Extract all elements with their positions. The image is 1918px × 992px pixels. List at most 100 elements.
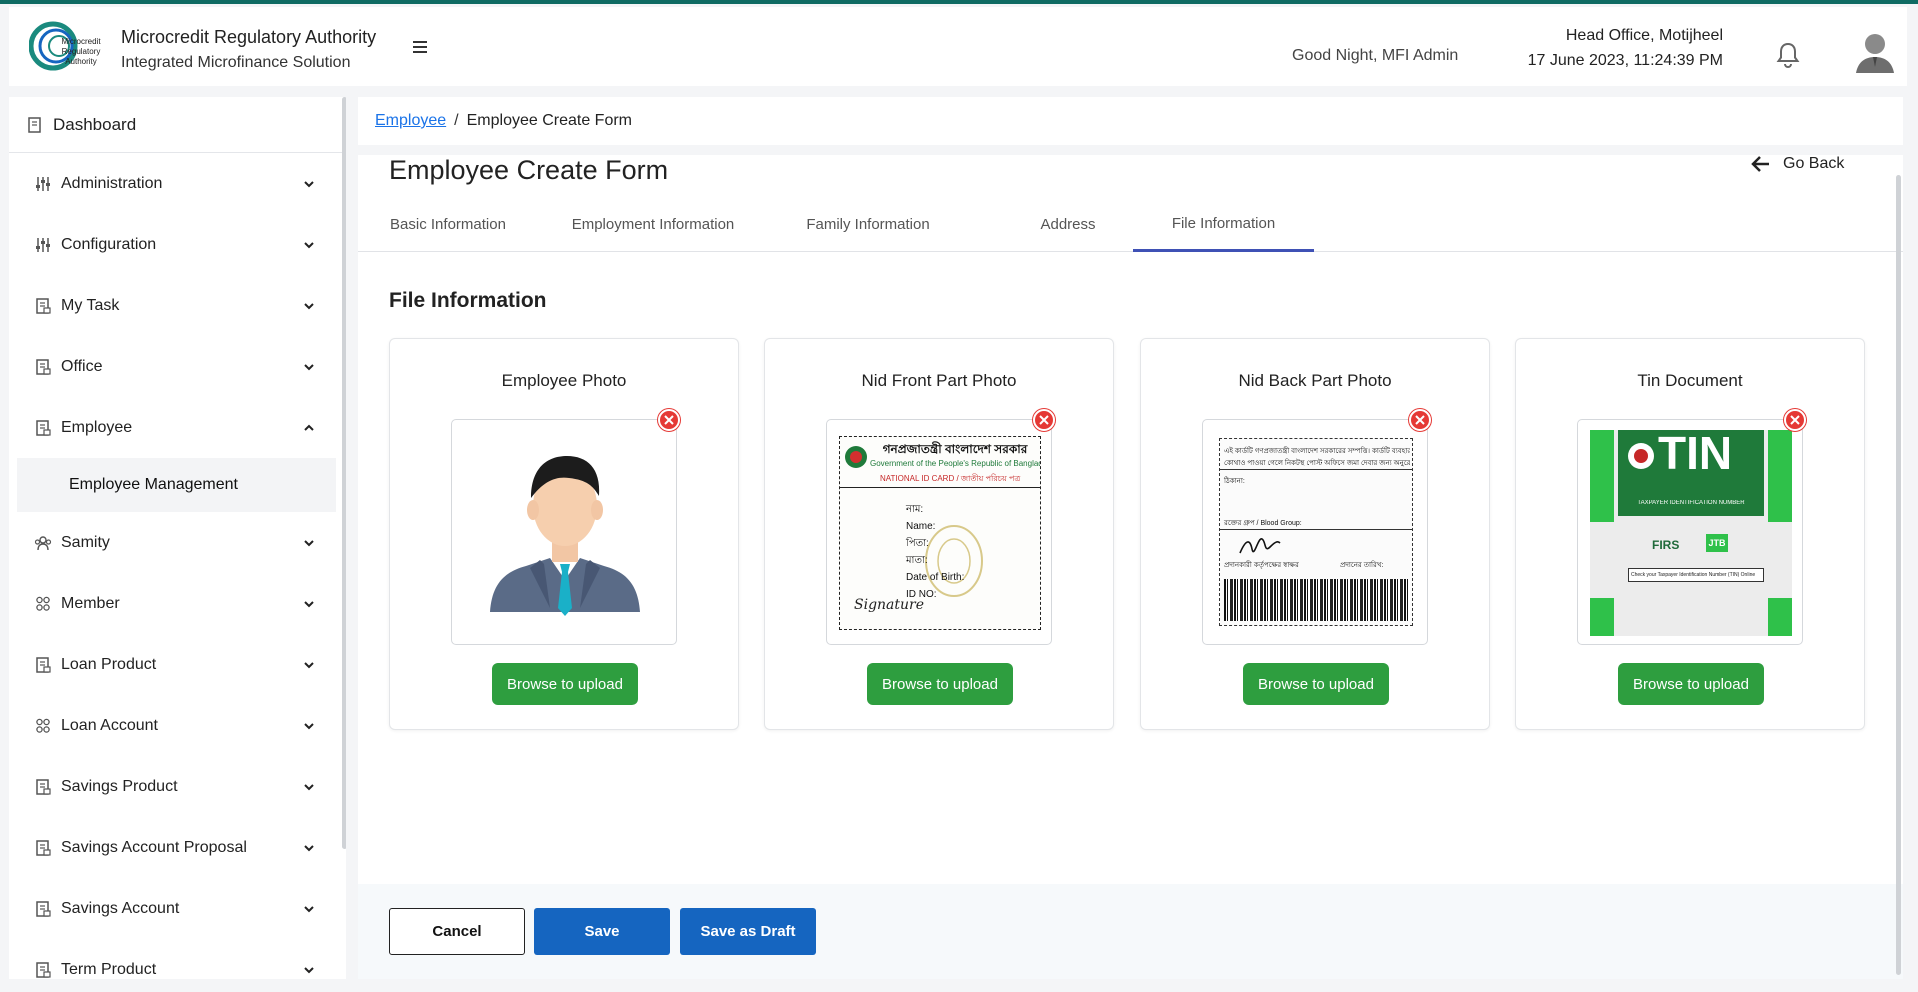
sidebar-item-term-product[interactable]: Term Product (9, 939, 346, 979)
sidebar-item-savings-account[interactable]: Savings Account (9, 878, 346, 939)
sidebar-scrollbar[interactable] (342, 97, 346, 849)
breadcrumb-separator: / (454, 112, 459, 129)
chevron-down-icon (303, 238, 315, 250)
sidebar-item-administration[interactable]: Administration (9, 153, 346, 214)
cancel-button[interactable]: Cancel (389, 908, 525, 955)
sidebar-subitem-employee-management[interactable]: Employee Management (17, 458, 336, 512)
remove-file-button[interactable] (658, 409, 680, 431)
sliders-icon (34, 175, 52, 193)
tab-family-information[interactable]: Family Information (778, 197, 958, 252)
sidebar-item-savings-account-proposal[interactable]: Savings Account Proposal (9, 817, 346, 878)
sidebar-item-loan-account[interactable]: Loan Account (9, 695, 346, 756)
sidebar-item-configuration[interactable]: Configuration (9, 214, 346, 275)
tab-file-information[interactable]: File Information (1133, 197, 1314, 252)
chevron-down-icon (303, 780, 315, 792)
file-card-employee-photo: Employee Photo Browse to upload (389, 338, 739, 730)
nid-field-mother: মাতা: (906, 555, 928, 566)
browse-to-upload-button[interactable]: Browse to upload (867, 663, 1013, 705)
remove-file-button[interactable] (1033, 409, 1055, 431)
file-card-nid-back: Nid Back Part Photo এই কার্ডটি গণপ্রজাতন… (1140, 338, 1490, 730)
current-datetime: 17 June 2023, 11:24:39 PM (1527, 51, 1723, 69)
nid-field-name: Name: (906, 521, 936, 532)
coat-of-arms-icon (1628, 443, 1654, 469)
office-info: Head Office, Motijheel 17 June 2023, 11:… (1528, 24, 1723, 74)
go-back-button[interactable]: Go Back (1751, 155, 1844, 173)
document-icon (34, 419, 52, 437)
form-tabs: Basic Information Employment Information… (358, 197, 1903, 252)
document-icon (34, 778, 52, 796)
document-icon (34, 839, 52, 857)
sidebar-item-loan-product[interactable]: Loan Product (9, 634, 346, 695)
tin-logo-firs: FIRS (1652, 538, 1680, 552)
chevron-up-icon (303, 421, 315, 433)
close-icon (1415, 415, 1425, 425)
document-icon (26, 116, 44, 134)
logo-text-line-3: Authority (65, 57, 97, 66)
nid-back-preview: এই কার্ডটি গণপ্রজাতন্ত্রী বাংলাদেশ সরকার… (1202, 419, 1428, 645)
breadcrumb-link-employee[interactable]: Employee (375, 112, 446, 130)
nid-back-line-1: এই কার্ডটি গণপ্রজাতন্ত্রী বাংলাদেশ সরকার… (1224, 448, 1410, 455)
tab-basic-information[interactable]: Basic Information (358, 197, 538, 252)
top-accent-bar (0, 0, 1918, 4)
sidebar-item-label: Office (61, 357, 103, 375)
document-icon (34, 358, 52, 376)
sidebar-item-label: Savings Account (61, 899, 180, 917)
main-scrollbar[interactable] (1896, 175, 1901, 975)
sidebar-item-label: Employee (61, 418, 133, 436)
chevron-down-icon (303, 177, 315, 189)
members-icon (34, 717, 52, 735)
close-icon (1039, 415, 1049, 425)
nid-back-line-2: কোথাও পাওয়া গেলে নিকটস্থ পোস্ট অফিসে জম… (1224, 460, 1410, 467)
file-card-tin-document: Tin Document TIN TAXPAYER IDENTIFICATION… (1515, 338, 1865, 730)
members-icon (34, 595, 52, 613)
bangladesh-emblem-icon (845, 446, 867, 468)
sidebar-item-office[interactable]: Office (9, 336, 346, 397)
sidebar-item-samity[interactable]: Samity (9, 512, 346, 573)
save-button[interactable]: Save (534, 908, 670, 955)
sidebar-item-savings-product[interactable]: Savings Product (9, 756, 346, 817)
sidebar-item-dashboard[interactable]: Dashboard (9, 97, 346, 153)
browse-to-upload-button[interactable]: Browse to upload (1243, 663, 1389, 705)
document-icon (34, 656, 52, 674)
bell-icon[interactable] (1775, 41, 1801, 69)
sidebar-item-label: Administration (61, 174, 163, 192)
browse-to-upload-button[interactable]: Browse to upload (1618, 663, 1764, 705)
sidebar-item-label: Savings Product (61, 777, 178, 795)
nid-title-en: Government of the People's Republic of B… (870, 459, 1040, 468)
sidebar-item-label: Loan Account (61, 716, 158, 734)
file-card-nid-front: Nid Front Part Photo গনপ্রজাতন্ত্রী বাংল… (764, 338, 1114, 730)
sidebar-item-label: Member (61, 594, 120, 612)
hamburger-icon[interactable] (409, 37, 431, 57)
user-avatar-icon[interactable] (1852, 29, 1898, 75)
logo-text-line-2: Regulatory (61, 47, 101, 56)
chevron-down-icon (303, 841, 315, 853)
browse-to-upload-button[interactable]: Browse to upload (492, 663, 638, 705)
sidebar-item-label: Savings Account Proposal (61, 838, 247, 856)
sidebar-item-my-task[interactable]: My Task (9, 275, 346, 336)
nid-signature: Signature (854, 597, 925, 613)
close-icon (664, 415, 674, 425)
document-icon (34, 961, 52, 979)
remove-file-button[interactable] (1409, 409, 1431, 431)
main-panel: Employee Create Form Go Back Basic Infor… (358, 155, 1903, 979)
section-title: File Information (389, 289, 547, 312)
tab-address[interactable]: Address (978, 197, 1158, 252)
sidebar-item-label: Loan Product (61, 655, 157, 673)
chevron-down-icon (303, 658, 315, 670)
remove-file-button[interactable] (1784, 409, 1806, 431)
chevron-down-icon (303, 360, 315, 372)
tab-employment-information[interactable]: Employment Information (548, 197, 758, 252)
greeting-text: Good Night, MFI Admin (1292, 47, 1459, 64)
document-icon (34, 297, 52, 315)
group-icon (34, 534, 52, 552)
sidebar-item-member[interactable]: Member (9, 573, 346, 634)
save-as-draft-button[interactable]: Save as Draft (680, 908, 816, 955)
sidebar-item-label: Dashboard (53, 114, 137, 134)
sidebar-item-employee[interactable]: Employee (9, 397, 346, 458)
breadcrumb: Employee / Employee Create Form (358, 97, 1903, 145)
nid-card-label: NATIONAL ID CARD / জাতীয় পরিচয় পত্র (880, 474, 1021, 483)
tin-caption: TAXPAYER IDENTIFICATION NUMBER (1637, 500, 1745, 506)
chevron-down-icon (303, 902, 315, 914)
chevron-down-icon (303, 719, 315, 731)
nid-field-dob: Date of Birth: (906, 572, 965, 583)
